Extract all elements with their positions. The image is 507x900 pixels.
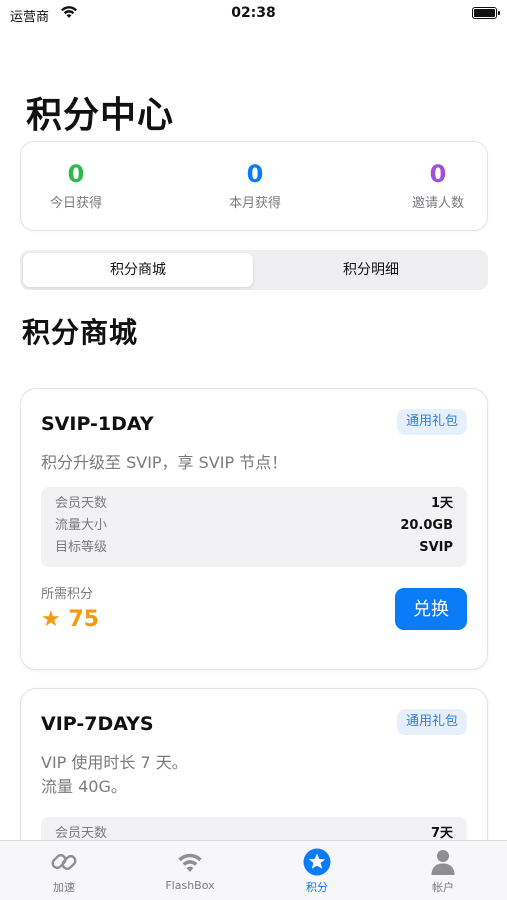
stat-today-value: 0 (67, 160, 85, 188)
tab-accelerate[interactable]: 加速 (14, 847, 114, 895)
stat-invites-value: 0 (429, 160, 447, 188)
info-key: 流量大小 (55, 518, 108, 533)
product-name: VIP-7DAYS (41, 713, 154, 735)
info-key: 目标等级 (55, 540, 108, 555)
stat-month: 0 本月获得 (200, 160, 310, 211)
tab-points[interactable]: 积分 (267, 847, 367, 895)
product-description-line: 流量 40G。 (41, 777, 127, 796)
info-key: 会员天数 (55, 496, 108, 511)
exchange-button[interactable]: 兑换 (395, 588, 467, 630)
tab-points-detail[interactable]: 积分明细 (256, 253, 486, 287)
stat-invites: 0 邀请人数 (383, 160, 493, 211)
segmented-control: 积分商城 积分明细 (20, 250, 488, 290)
stat-month-label: 本月获得 (228, 196, 281, 211)
tab-label: FlashBox (165, 879, 215, 892)
tab-points-mall[interactable]: 积分商城 (23, 253, 253, 287)
info-row-traffic: 流量大小 20.0GB (55, 515, 453, 537)
product-card: SVIP-1DAY 通用礼包 积分升级至 SVIP，享 SVIP 节点！ 会员天… (20, 388, 488, 670)
tab-label: 积分 (306, 881, 328, 894)
bottom-tab-bar: 加速 FlashBox 积分 帐户 (0, 840, 507, 900)
battery-icon (472, 7, 500, 19)
cost-value: ★ 75 (41, 607, 99, 632)
product-description: VIP 使用时长 7 天。 流量 40G。 (41, 751, 188, 799)
page-title: 积分中心 (26, 95, 175, 136)
stat-month-value: 0 (246, 160, 264, 188)
person-icon (431, 850, 455, 875)
info-value: 20.0GB (400, 518, 453, 533)
product-description-line: VIP 使用时长 7 天。 (41, 753, 188, 772)
tab-label: 帐户 (432, 881, 454, 894)
product-badge: 通用礼包 (396, 409, 467, 435)
points-stats-card: 0 今日获得 0 本月获得 0 邀请人数 (20, 141, 488, 231)
star-icon (303, 848, 331, 876)
product-name: SVIP-1DAY (41, 413, 154, 435)
tab-account[interactable]: 帐户 (393, 847, 493, 895)
info-row-days: 会员天数 1天 (55, 493, 453, 515)
tab-label: 加速 (53, 881, 75, 894)
info-value: 1天 (430, 496, 453, 511)
section-title: 积分商城 (22, 316, 139, 349)
clock-time: 02:38 (231, 5, 276, 21)
product-info-box: 会员天数 1天 流量大小 20.0GB 目标等级 SVIP (41, 487, 467, 567)
info-value: SVIP (419, 540, 453, 555)
tab-flashbox[interactable]: FlashBox (140, 847, 240, 892)
link-icon (51, 854, 77, 870)
wifi-icon (178, 853, 202, 872)
stat-today-label: 今日获得 (49, 196, 102, 211)
product-badge: 通用礼包 (396, 709, 467, 735)
status-bar: 运营商 02:38 (0, 0, 507, 30)
stat-today: 0 今日获得 (21, 160, 131, 211)
stat-invites-label: 邀请人数 (411, 196, 464, 211)
product-description: 积分升级至 SVIP，享 SVIP 节点！ (41, 453, 288, 472)
info-row-level: 目标等级 SVIP (55, 537, 453, 559)
cost-label: 所需积分 (41, 587, 94, 602)
